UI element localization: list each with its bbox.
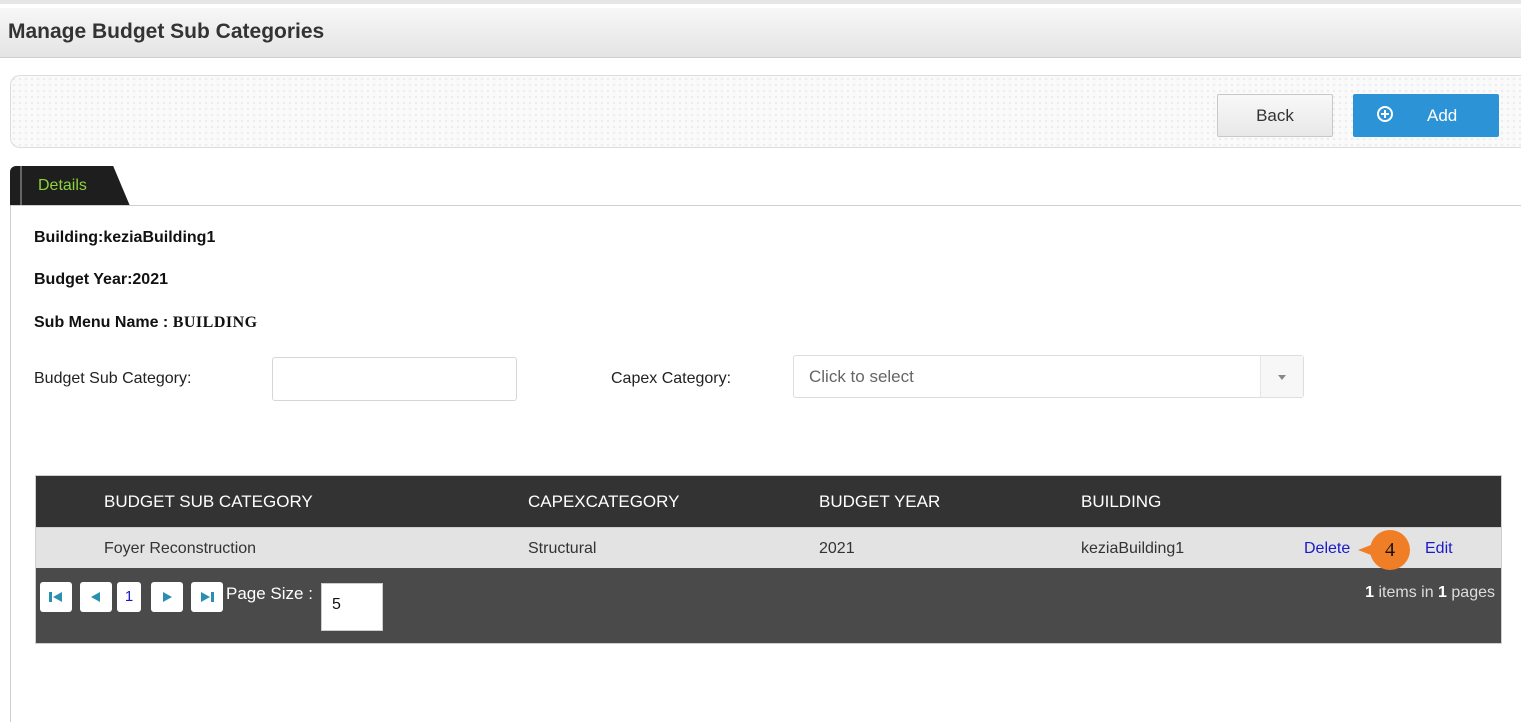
column-header-budget-sub-category[interactable]: BUDGET SUB CATEGORY	[104, 492, 313, 512]
page-header: Manage Budget Sub Categories	[0, 8, 1521, 58]
budget-sub-category-label: Budget Sub Category:	[34, 370, 192, 387]
grid-pager: 1 Page Size : 5 1 items in 1 pages	[36, 568, 1501, 643]
next-page-icon	[163, 592, 172, 602]
building-value: keziaBuilding1	[103, 229, 216, 246]
back-button[interactable]: Back	[1217, 94, 1333, 137]
capex-category-select[interactable]: Click to select	[793, 355, 1304, 398]
budget-sub-category-input[interactable]	[272, 357, 517, 401]
grid-header: BUDGET SUB CATEGORY CAPEXCATEGORY BUDGET…	[36, 476, 1501, 527]
annotation-badge: 4	[1370, 530, 1410, 570]
pager-info: 1 items in 1 pages	[1365, 584, 1495, 601]
cell-budget-year: 2021	[819, 540, 855, 557]
top-strip	[0, 0, 1521, 4]
tab-details-label: Details	[38, 177, 87, 194]
page-title: Manage Budget Sub Categories	[8, 20, 325, 43]
column-header-capex-category[interactable]: CAPEXCATEGORY	[528, 492, 679, 512]
first-page-button[interactable]	[40, 582, 72, 612]
first-page-icon	[49, 592, 62, 602]
last-page-icon	[201, 592, 214, 602]
page-size-label: Page Size :	[226, 584, 313, 603]
previous-page-icon	[91, 592, 100, 602]
add-circle-icon	[1377, 106, 1393, 122]
cell-building: keziaBuilding1	[1081, 540, 1185, 557]
next-page-button[interactable]	[151, 582, 183, 612]
column-header-budget-year[interactable]: BUDGET YEAR	[819, 492, 940, 512]
capex-category-label: Capex Category:	[611, 370, 732, 387]
details-panel	[10, 205, 1521, 722]
sub-menu-info: Sub Menu Name : BUILDING	[34, 314, 258, 331]
edit-link[interactable]: Edit	[1425, 540, 1453, 558]
add-button[interactable]: Add	[1353, 94, 1499, 137]
cell-capex-category: Structural	[528, 540, 597, 557]
add-button-label: Add	[1427, 106, 1458, 125]
page-number-button[interactable]: 1	[117, 582, 141, 612]
delete-link[interactable]: Delete	[1304, 540, 1350, 558]
last-page-button[interactable]	[191, 582, 223, 612]
budget-sub-category-grid: BUDGET SUB CATEGORY CAPEXCATEGORY BUDGET…	[35, 475, 1502, 644]
budget-year-info: Budget Year:2021	[34, 271, 168, 288]
previous-page-button[interactable]	[80, 582, 112, 612]
capex-category-placeholder: Click to select	[809, 367, 914, 386]
sub-menu-value: BUILDING	[172, 314, 258, 331]
cell-budget-sub-category: Foyer Reconstruction	[104, 540, 257, 557]
tab-details[interactable]: Details	[10, 166, 130, 206]
table-row: Foyer Reconstruction Structural 2021 kez…	[36, 527, 1501, 569]
budget-year-value: 2021	[132, 271, 168, 288]
page-size-input[interactable]: 5	[321, 583, 383, 631]
building-info: Building:keziaBuilding1	[34, 229, 216, 246]
column-header-building[interactable]: BUILDING	[1081, 492, 1161, 512]
chevron-down-icon[interactable]	[1260, 356, 1303, 397]
